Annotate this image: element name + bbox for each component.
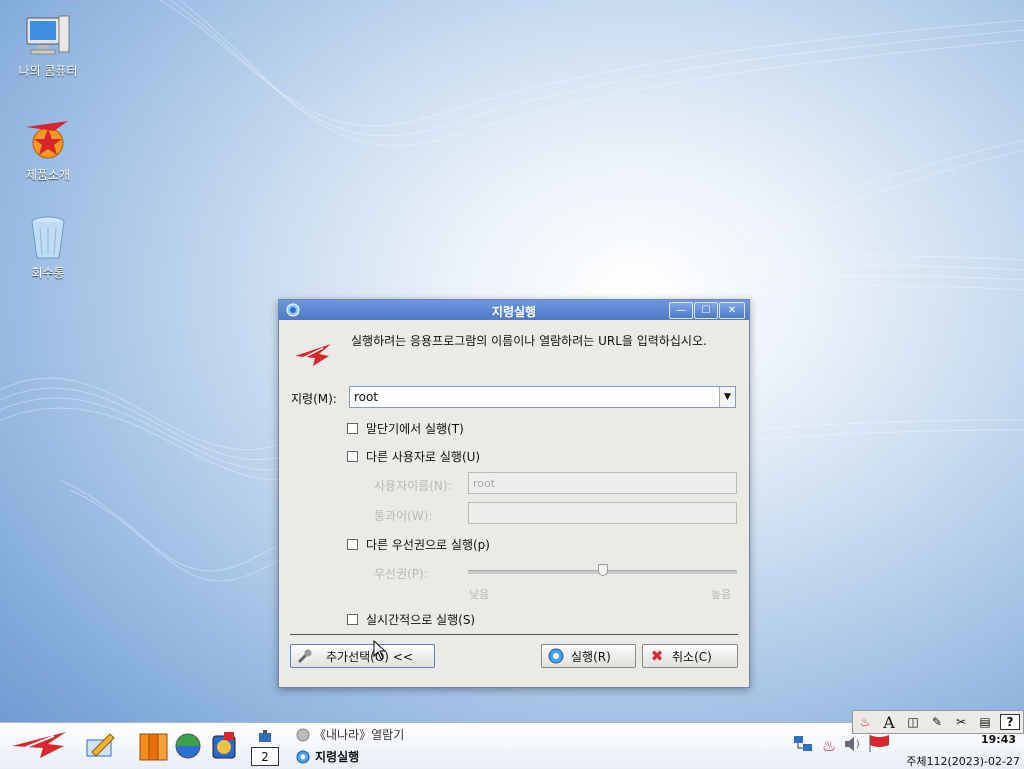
red-star-logo-icon xyxy=(295,344,331,366)
run-button[interactable]: 실행(R) xyxy=(541,644,636,668)
checkbox-box[interactable] xyxy=(347,539,358,550)
cancel-x-icon: ✖ xyxy=(650,647,664,665)
checkbox-label: 실시간적으로 실행(S) xyxy=(366,613,476,627)
media-icon xyxy=(212,732,236,759)
alert-fire-icon[interactable]: ♨ xyxy=(822,736,836,755)
close-button[interactable]: ✕ xyxy=(719,302,745,319)
launcher-browser[interactable] xyxy=(174,732,202,760)
dialog-separator xyxy=(290,634,738,635)
cancel-button[interactable]: ✖ 취소(C) xyxy=(642,644,738,668)
date-display: 주체112(2023)-02-27 xyxy=(906,755,1020,768)
priority-low-label: 낮음 xyxy=(469,588,490,601)
priority-label: 우선권(P): xyxy=(374,567,428,581)
product-star-icon xyxy=(24,116,72,164)
cancel-label: 취소(C) xyxy=(672,649,712,664)
browser-icon xyxy=(296,728,310,741)
password-field[interactable] xyxy=(468,502,737,524)
checkbox-label: 다른 우선권으로 실행(p) xyxy=(366,538,490,552)
start-menu-button[interactable] xyxy=(10,728,68,760)
desktop-icon-recycle-bin[interactable]: 회수통 xyxy=(8,214,88,281)
volume-icon[interactable] xyxy=(843,735,863,753)
minimize-button[interactable]: — xyxy=(669,302,693,319)
launcher-office[interactable] xyxy=(138,730,170,762)
checkbox-label: 다른 사용자로 실행(U) xyxy=(366,450,481,464)
desktop-icon-label: 제품소개 xyxy=(25,168,71,182)
task-label: 지령실행 xyxy=(315,750,360,764)
computer-icon xyxy=(24,12,72,60)
chevron-down-icon[interactable]: ▼ xyxy=(719,387,735,407)
network-icon[interactable] xyxy=(792,734,814,754)
desktop-icon-product-intro[interactable]: 제품소개 xyxy=(8,116,88,183)
dialog-titlebar[interactable]: 지령실행 — ☐ ✕ xyxy=(279,300,749,320)
task-run-command[interactable]: 지령실행 xyxy=(296,748,359,765)
command-combobox[interactable]: root ▼ xyxy=(349,386,736,408)
task-browser[interactable]: 《내나라》열람기 xyxy=(296,726,404,743)
editor-icon xyxy=(86,733,115,757)
priority-slider-handle[interactable] xyxy=(598,564,608,576)
red-star-logo-icon xyxy=(12,732,66,758)
show-desktop-button[interactable] xyxy=(258,729,272,743)
checkbox-box[interactable] xyxy=(347,423,358,434)
task-label: 《내나라》열람기 xyxy=(314,728,405,742)
mouse-cursor-icon xyxy=(373,640,387,660)
launcher-media[interactable] xyxy=(210,730,240,762)
dialog-message: 실행하려는 응용프로그람의 이름이나 열람하려는 URL을 입력하십시오. xyxy=(351,334,707,348)
checkbox-box[interactable] xyxy=(347,451,358,462)
run-as-other-user-checkbox[interactable]: 다른 사용자로 실행(U) xyxy=(347,448,480,465)
input-method-tray: ♨ A ◫ ✎ ✂ ▤ ? xyxy=(852,710,1024,734)
run-in-terminal-checkbox[interactable]: 말단기에서 실행(T) xyxy=(347,420,464,437)
fire-icon[interactable]: ♨ xyxy=(856,715,874,729)
checkbox-box[interactable] xyxy=(347,614,358,625)
clipboard-icon[interactable]: ▤ xyxy=(976,715,994,729)
checkbox-label: 말단기에서 실행(T) xyxy=(366,422,464,436)
note-icon[interactable]: ✎ xyxy=(928,715,946,729)
run-command-dialog: 지령실행 — ☐ ✕ 실행하려는 응용프로그람의 이름이나 열람하려는 URL을… xyxy=(278,299,750,688)
recycle-bin-icon xyxy=(24,214,72,262)
run-gear-icon xyxy=(547,647,565,665)
username-field[interactable]: root xyxy=(468,472,737,494)
panel-icon[interactable]: ◫ xyxy=(904,715,922,729)
workspace-pager[interactable]: 2 xyxy=(251,747,279,766)
desktop-icon xyxy=(259,730,271,742)
username-label: 사용자이름(N): xyxy=(374,479,452,493)
run-command-icon xyxy=(296,750,310,763)
maximize-button[interactable]: ☐ xyxy=(694,302,718,319)
desktop-icon-my-computer[interactable]: 나의 콤퓨터 xyxy=(8,12,88,79)
command-input[interactable]: root xyxy=(354,390,378,404)
desktop-icon-label: 회수통 xyxy=(31,266,65,280)
run-realtime-checkbox[interactable]: 실시간적으로 실행(S) xyxy=(347,611,475,628)
desktop-icon-label: 나의 콤퓨터 xyxy=(18,64,78,78)
launcher-editor[interactable] xyxy=(84,730,116,760)
globe-icon xyxy=(175,733,201,759)
run-label: 실행(R) xyxy=(571,649,611,664)
more-options-label: 추가선택(O) << xyxy=(326,649,413,664)
clock[interactable]: 19:43 xyxy=(981,733,1016,746)
command-label: 지령(M): xyxy=(291,392,337,406)
red-flag-icon[interactable] xyxy=(867,733,891,753)
help-icon[interactable]: ? xyxy=(1000,714,1020,730)
more-options-button[interactable]: 추가선택(O) << xyxy=(290,644,435,668)
run-with-priority-checkbox[interactable]: 다른 우선권으로 실행(p) xyxy=(347,536,490,553)
tools-icon[interactable]: ✂ xyxy=(952,715,970,729)
wrench-icon xyxy=(296,647,314,665)
password-label: 통과어(W): xyxy=(374,509,433,523)
font-icon[interactable]: A xyxy=(880,713,898,732)
office-books-icon xyxy=(139,733,168,761)
priority-high-label: 높음 xyxy=(711,588,732,601)
